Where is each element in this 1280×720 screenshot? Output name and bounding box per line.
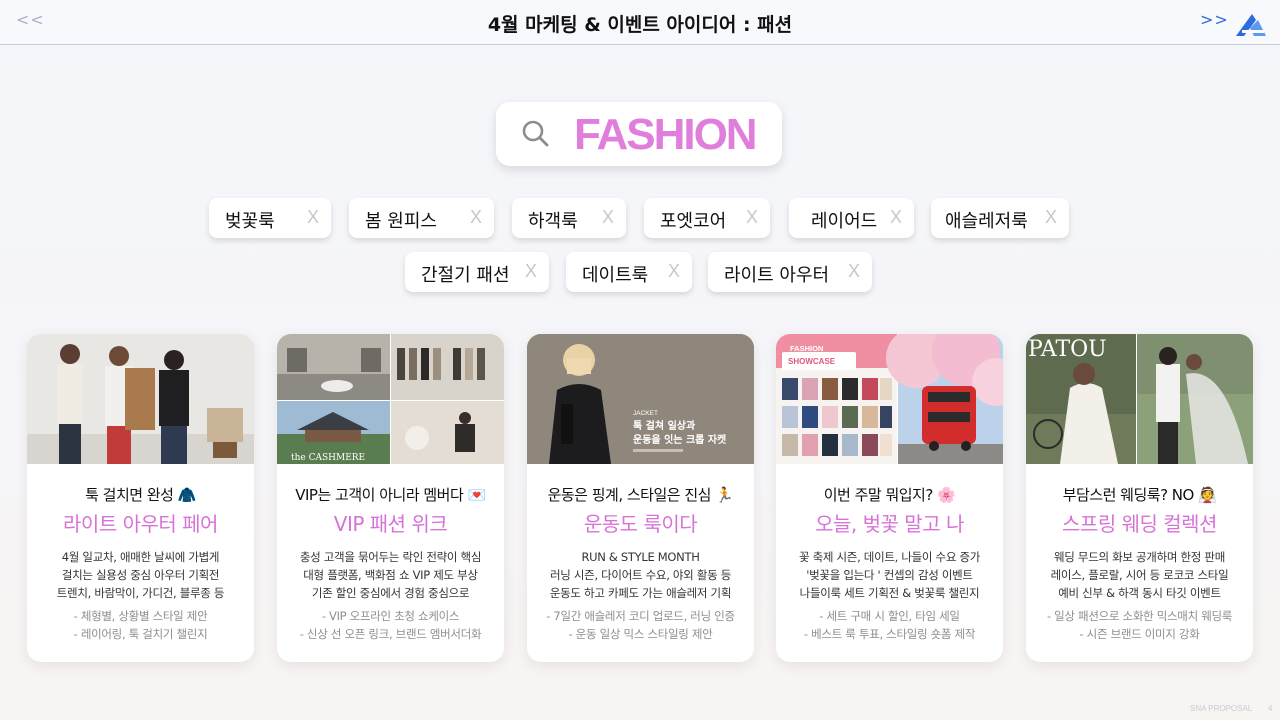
logo-icon	[1236, 14, 1266, 36]
card-bullets: - VIP 오프라인 초청 쇼케이스 - 신상 선 오픈 링크, 브랜드 엠버서…	[277, 607, 504, 643]
image-caption: SHOWCASE	[788, 357, 836, 366]
chip-transitional-fashion[interactable]: 간절기 패션 X	[405, 252, 549, 292]
chip-athleisure-look[interactable]: 애슬레저룩 X	[931, 198, 1069, 238]
search-query: FASHION	[574, 110, 758, 159]
card-body-line: 대형 플랫폼, 백화점 쇼 VIP 제도 부상	[303, 568, 478, 582]
chip-label: 간절기 패션	[421, 265, 510, 286]
image-caption: 툭 걸쳐 일상과	[633, 419, 696, 432]
chip-cherry-blossom-look[interactable]: 벚꽃룩 X	[209, 198, 331, 238]
card-image: FASHION SHOWCASE	[776, 334, 1003, 464]
card-body-line: 러닝 시즌, 다이어트 수요, 야외 활동 등	[549, 568, 732, 582]
chip-wedding-guest-look[interactable]: 하객룩 X	[512, 198, 626, 238]
image-caption: JACKET	[633, 410, 658, 417]
card-heading: VIP는 고객이 아니라 멤버다 💌	[295, 486, 486, 504]
chip-layered[interactable]: 레이어드 X	[789, 198, 914, 238]
card-body-line: 트렌치, 바람막이, 가디건, 블루종 등	[56, 586, 225, 600]
card-body: 웨딩 무드의 화보 공개하며 한정 판매 레이스, 플로랄, 시어 등 로코코 …	[1026, 548, 1253, 602]
card-bullet: - 베스트 룩 투표, 스타일링 숏폼 제작	[803, 627, 976, 641]
card-bullet: - 신상 선 오픈 링크, 브랜드 엠버서더화	[299, 627, 482, 641]
card-bullets: - 7일간 애슬레저 코디 업로드, 러닝 인증 - 운동 일상 믹스 스타일링…	[527, 607, 754, 643]
close-icon[interactable]: X	[525, 261, 537, 282]
card-body-line: 예비 신부 & 하객 동시 타깃 이벤트	[1058, 586, 1221, 600]
card-body-line: 기존 할인 중심에서 경험 중심으로	[311, 586, 470, 600]
close-icon[interactable]: X	[890, 207, 902, 228]
card-bullet: - 체형별, 상황별 스타일 제안	[73, 609, 208, 623]
card-body-line: 4월 일교차, 애매한 날씨에 가볍게	[61, 550, 220, 564]
card-body: RUN & STYLE MONTH 러닝 시즌, 다이어트 수요, 야외 활동 …	[527, 548, 754, 602]
chip-label: 벚꽃룩	[225, 211, 275, 232]
page-number: 4	[1268, 704, 1273, 713]
card-cherry-blossom[interactable]: FASHION SHOWCASE 이번 주말 뭐입지? 🌸 오늘, 벚꽃 말고 …	[776, 334, 1003, 662]
card-image: JACKET 툭 걸쳐 일상과 운동을 잇는 크롭 자켓	[527, 334, 754, 464]
image-caption: the CASHMERE	[291, 453, 365, 463]
close-icon[interactable]: X	[470, 207, 482, 228]
card-body-line: 웨딩 무드의 화보 공개하며 한정 판매	[1054, 550, 1225, 564]
card-accent-title: 스프링 웨딩 컬렉션	[1062, 512, 1217, 536]
close-icon[interactable]: X	[848, 261, 860, 282]
image-caption: 운동을 잇는 크롭 자켓	[633, 433, 726, 446]
close-icon[interactable]: X	[668, 261, 680, 282]
card-heading: 운동은 핑계, 스타일은 진심 🏃	[547, 486, 734, 504]
chip-label: 포엣코어	[660, 211, 727, 232]
search-box[interactable]: FASHION	[496, 102, 782, 166]
card-heading: 툭 걸치면 완성 🧥	[85, 486, 196, 504]
card-body-line: RUN & STYLE MONTH	[581, 550, 700, 564]
card-bullet: - 운동 일상 믹스 스타일링 제안	[568, 627, 713, 641]
footer-label: SNA PROPOSAL	[1190, 704, 1253, 713]
card-bullet: - 일상 패션으로 소화한 믹스매치 웨딩룩	[1046, 609, 1233, 623]
card-heading: 이번 주말 뭐입지? 🌸	[823, 486, 956, 504]
card-body: 4월 일교차, 애매한 날씨에 가볍게 걸치는 실용성 중심 아우터 기획전 트…	[27, 548, 254, 602]
card-body-line: 충성 고객을 묶어두는 락인 전략이 핵심	[299, 550, 482, 564]
card-body: 충성 고객을 묶어두는 락인 전략이 핵심 대형 플랫폼, 백화점 쇼 VIP …	[277, 548, 504, 602]
card-bullets: - 일상 패션으로 소화한 믹스매치 웨딩룩 - 시즌 브랜드 이미지 강화	[1026, 607, 1253, 643]
card-heading: 부담스런 웨딩룩? NO 👰	[1062, 486, 1217, 504]
card-body-line: 레이스, 플로랄, 시어 등 로코코 스타일	[1050, 568, 1229, 582]
close-icon[interactable]: X	[307, 207, 319, 228]
chip-label: 데이트룩	[582, 265, 649, 286]
close-icon[interactable]: X	[1045, 207, 1057, 228]
image-caption: PATOU	[1028, 337, 1107, 362]
card-bullets: - 체형별, 상황별 스타일 제안 - 레이어링, 툭 걸치기 챌린지	[27, 607, 254, 643]
card-bullet: - VIP 오프라인 초청 쇼케이스	[321, 609, 460, 623]
chip-label: 레이어드	[811, 211, 878, 232]
card-accent-title: 오늘, 벚꽃 말고 나	[815, 512, 964, 536]
card-body-line: 걸치는 실용성 중심 아우터 기획전	[61, 568, 220, 582]
page-title: 4월 마케팅 & 이벤트 아이디어 : 패션	[487, 14, 793, 36]
search-icon	[522, 120, 549, 147]
chip-label: 하객룩	[528, 211, 578, 232]
chip-label: 애슬레저룩	[945, 211, 1028, 232]
card-body-line: 운동도 하고 카페도 가는 애슬레저 기획	[549, 586, 732, 600]
card-vip-fashion-week[interactable]: the CASHMERE VIP는 고객이 아니라 멤버다 💌 VIP 패션 위…	[277, 334, 504, 662]
image-caption: FASHION	[790, 344, 823, 353]
card-body: 꽃 축제 시즌, 데이트, 나들이 수요 증가 '벚꽃을 입는다 ' 컨셉의 감…	[776, 548, 1003, 602]
card-athleisure[interactable]: JACKET 툭 걸쳐 일상과 운동을 잇는 크롭 자켓 운동은 핑계, 스타일…	[527, 334, 754, 662]
card-bullet: - 시즌 브랜드 이미지 강화	[1079, 627, 1200, 641]
card-accent-title: 라이트 아우터 페어	[63, 512, 218, 536]
card-body-line: 나들이룩 세트 기획전 & 벚꽃룩 챌린지	[799, 586, 980, 600]
card-image: PATOU	[1026, 334, 1253, 464]
chip-poetcore[interactable]: 포엣코어 X	[644, 198, 770, 238]
card-bullet: - 레이어링, 툭 걸치기 챌린지	[73, 627, 208, 641]
card-light-outer-fair[interactable]: 툭 걸치면 완성 🧥 라이트 아우터 페어 4월 일교차, 애매한 날씨에 가볍…	[27, 334, 254, 662]
card-body-line: 꽃 축제 시즌, 데이트, 나들이 수요 증가	[798, 550, 981, 564]
card-accent-title: VIP 패션 위크	[333, 512, 448, 536]
card-body-line: '벚꽃을 입는다 ' 컨셉의 감성 이벤트	[806, 568, 973, 582]
close-icon[interactable]: X	[602, 207, 614, 228]
next-button[interactable]: >>	[1200, 10, 1229, 29]
card-bullet: - 세트 구매 시 할인, 타임 세일	[819, 609, 960, 623]
chip-spring-dress[interactable]: 봄 원피스 X	[349, 198, 494, 238]
chip-light-outer[interactable]: 라이트 아우터 X	[708, 252, 872, 292]
chip-date-look[interactable]: 데이트룩 X	[566, 252, 692, 292]
close-icon[interactable]: X	[746, 207, 758, 228]
chip-label: 봄 원피스	[365, 211, 437, 232]
card-spring-wedding[interactable]: PATOU 부담스런 웨딩룩? NO 👰 스프링 웨딩 컬렉션 웨딩 무드의 화…	[1026, 334, 1253, 662]
top-bar: << 4월 마케팅 & 이벤트 아이디어 : 패션 >>	[0, 0, 1280, 45]
card-image: the CASHMERE	[277, 334, 504, 464]
chip-label: 라이트 아우터	[724, 265, 830, 286]
card-accent-title: 운동도 룩이다	[583, 512, 698, 536]
card-bullets: - 세트 구매 시 할인, 타임 세일 - 베스트 룩 투표, 스타일링 숏폼 …	[776, 607, 1003, 643]
card-bullet: - 7일간 애슬레저 코디 업로드, 러닝 인증	[546, 609, 735, 623]
card-image	[27, 334, 254, 464]
